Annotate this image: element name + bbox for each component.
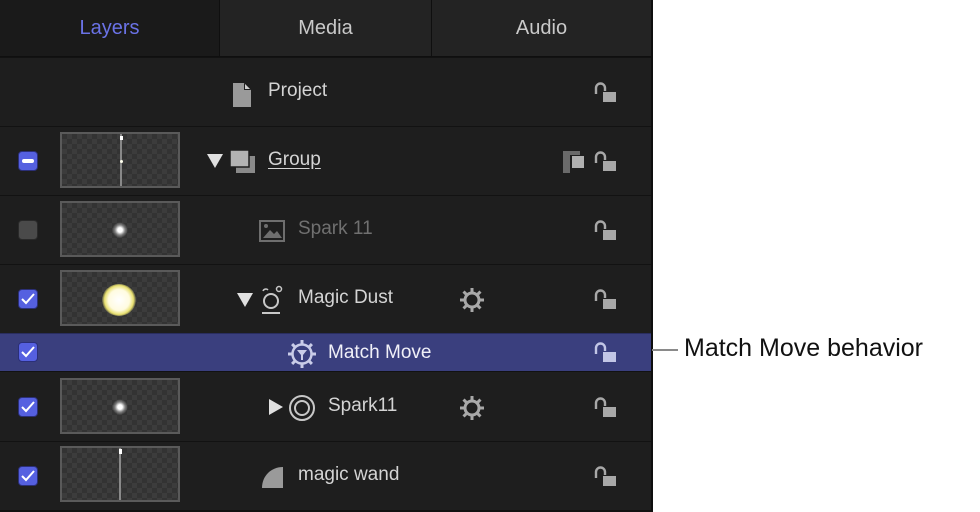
group-icon <box>229 149 255 173</box>
document-icon <box>233 83 251 107</box>
layer-label: Magic Dust <box>298 287 394 308</box>
tab-bar: Layers Media Audio <box>0 0 651 57</box>
checkmark-icon <box>21 401 35 413</box>
layer-checkbox[interactable] <box>18 151 38 171</box>
layer-thumbnail <box>60 378 180 434</box>
layer-label[interactable]: Group <box>268 149 321 171</box>
layer-checkbox[interactable] <box>18 397 38 417</box>
shape-icon <box>262 467 283 488</box>
lock-open-icon[interactable] <box>593 289 617 311</box>
lock-open-icon[interactable] <box>593 151 617 173</box>
layer-row-spark-11[interactable]: Spark 11 <box>0 195 651 264</box>
checkmark-icon <box>21 346 35 358</box>
layer-thumbnail <box>60 132 180 188</box>
lock-open-icon[interactable] <box>593 82 617 104</box>
disclosure-expanded-icon[interactable] <box>237 293 253 307</box>
tab-audio[interactable]: Audio <box>432 0 651 56</box>
layer-thumbnail <box>60 201 180 257</box>
behavior-gear-icon[interactable] <box>460 396 484 420</box>
layer-label: magic wand <box>298 464 400 485</box>
mixed-dash-icon <box>22 159 34 163</box>
layer-label: Spark11 <box>328 395 398 416</box>
layer-row-magic-wand[interactable]: magic wand <box>0 441 651 510</box>
layer-label: Spark 11 <box>298 218 373 239</box>
layer-checkbox[interactable] <box>18 466 38 486</box>
callout-label: Match Move behavior <box>684 334 924 362</box>
layers-panel: Layers Media Audio Project Group Spark 1… <box>0 0 653 512</box>
lock-open-icon[interactable] <box>593 397 617 419</box>
layer-row-group[interactable]: Group <box>0 126 651 195</box>
lock-open-icon[interactable] <box>593 220 617 242</box>
emitter-icon <box>262 285 283 314</box>
layer-checkbox[interactable] <box>18 220 38 240</box>
disclosure-expanded-icon[interactable] <box>207 154 223 168</box>
layer-row-magic-dust[interactable]: Magic Dust <box>0 264 651 333</box>
project-label: Project <box>268 80 328 101</box>
image-icon <box>259 220 285 242</box>
checkmark-icon <box>21 470 35 482</box>
layer-label: Match Move <box>328 342 432 363</box>
tab-layers[interactable]: Layers <box>0 0 219 56</box>
layer-thumbnail <box>60 446 180 502</box>
layer-row-match-move[interactable]: Match Move <box>0 333 651 371</box>
tab-media[interactable]: Media <box>220 0 431 56</box>
layer-checkbox[interactable] <box>18 342 38 362</box>
disclosure-collapsed-icon[interactable] <box>269 399 283 415</box>
behavior-gear-icon[interactable] <box>460 288 484 312</box>
layer-row-spark11[interactable]: Spark11 <box>0 371 651 441</box>
lock-open-icon[interactable] <box>593 466 617 488</box>
callout-leader-line <box>652 349 678 351</box>
project-row[interactable]: Project <box>0 57 651 126</box>
isolate-icon[interactable] <box>563 151 587 173</box>
checkmark-icon <box>21 293 35 305</box>
layer-checkbox[interactable] <box>18 289 38 309</box>
layer-thumbnail <box>60 270 180 326</box>
particle-cell-icon <box>289 395 315 421</box>
match-move-behavior-icon <box>288 340 316 368</box>
lock-open-icon[interactable] <box>593 342 617 364</box>
